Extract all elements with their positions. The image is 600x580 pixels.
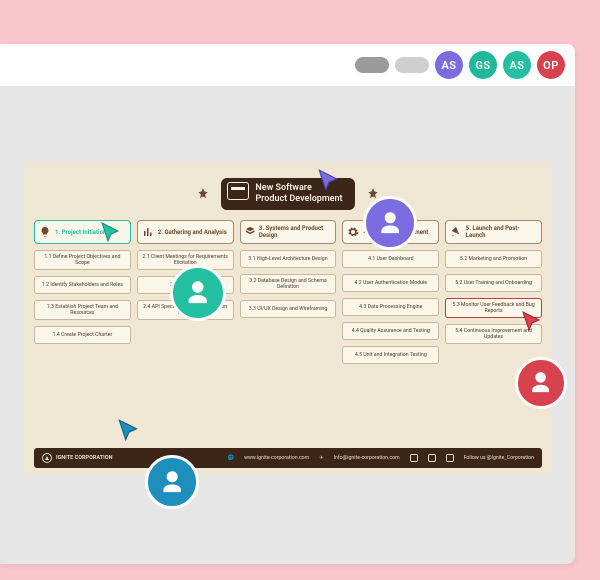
task-card[interactable]: 1.4 Create Project Charter [34,326,131,344]
facebook-icon [428,454,436,462]
task-card[interactable]: 5.2 User Training and Onboarding [445,274,542,292]
brand-name: IGNITE CORPORATION [56,455,112,461]
task-card[interactable]: 5.2 Marketing and Promotion [445,250,542,268]
collaborator-badge-blue [145,455,199,509]
column-title: 3. Systems and Product Design [259,225,331,239]
globe-icon: 🌐 [228,455,234,461]
gear-icon [347,226,359,238]
collaborator-badge-teal [170,265,226,321]
collaborator-avatar[interactable]: GS [469,51,497,79]
collaborator-avatar[interactable]: AS [503,51,531,79]
board-title-row: New Software Product Development [34,178,542,210]
footer-website: www.ignite-corporation.com [244,455,309,461]
column-header[interactable]: 3. Systems and Product Design [240,220,337,244]
avatar-initials: GS [475,59,490,72]
linkedin-icon [410,454,418,462]
toolbar-pill[interactable] [395,57,429,73]
column-tasks: 1.1 Define Project Objectives and Scope 1… [34,250,131,364]
column-tasks: 4.1 User Dashboard 4.2 User Authenticatio… [342,250,439,364]
column-title: 2. Gathering and Analysis [158,229,227,236]
rocket-icon [450,226,462,238]
bar-chart-icon [142,226,154,238]
brand-logo-icon [42,453,52,463]
tasks-grid: 1.1 Define Project Objectives and Scope 1… [34,250,542,364]
collaborator-avatar[interactable]: OP [537,51,565,79]
collaborator-badge-purple [363,196,417,250]
task-card[interactable]: 3.3 UI/UX Design and Wireframing [240,300,337,318]
board-footer: IGNITE CORPORATION 🌐 www.ignite-corporat… [34,448,542,468]
monitor-icon [227,182,249,200]
task-card[interactable]: 1.1 Define Project Objectives and Scope [34,250,131,270]
column-header[interactable]: 2. Gathering and Analysis [137,220,234,244]
task-card[interactable]: 4.2 User Authentication Module [342,274,439,292]
column-header[interactable]: 5. Launch and Post-Launch [445,220,542,244]
footer-follow: Follow us @Ignite_Corporation [464,455,534,461]
lightbulb-icon [39,226,51,238]
column-title: 5. Launch and Post-Launch [466,225,537,239]
task-card[interactable]: 4.4 Quality Assurance and Testing [342,322,439,340]
layers-icon [245,226,255,238]
avatar-initials: AS [441,59,456,72]
paper-plane-icon: ✈ [319,455,323,461]
task-card[interactable]: 1.2 Identify Stakeholders and Roles [34,276,131,294]
task-card[interactable]: 4.1 User Dashboard [342,250,439,268]
instagram-icon [446,454,454,462]
diagram-canvas[interactable]: New Software Product Development 1. Proj… [24,162,552,476]
footer-email: Info@ignite-corporation.com [334,455,400,461]
collaborator-badge-red [515,357,567,409]
app-window: AS GS AS OP New Software Product Develop… [0,44,575,564]
task-card[interactable]: 3.1 High-Level Architecture Design [240,250,337,268]
column-tasks: 5.2 Marketing and Promotion 5.2 User Trai… [445,250,542,364]
board-subtitle: Product Development [255,194,342,205]
title-bar: AS GS AS OP [0,44,575,86]
avatar-initials: AS [509,59,524,72]
collaborator-avatar[interactable]: AS [435,51,463,79]
task-card[interactable]: 1.3 Establish Project Team and Resources [34,300,131,320]
brand-block: IGNITE CORPORATION [42,453,112,463]
task-card[interactable]: 4.3 Data Processing Engine [342,298,439,316]
task-card[interactable]: 4.5 Unit and Integration Testing [342,346,439,364]
avatar-initials: OP [543,59,559,72]
column-tasks: 3.1 High-Level Architecture Design 3.2 Da… [240,250,337,364]
star-decoration-icon [193,184,213,204]
toolbar-pill[interactable] [355,57,389,73]
task-card[interactable]: 3.2 Database Design and Schema Definitio… [240,274,337,294]
